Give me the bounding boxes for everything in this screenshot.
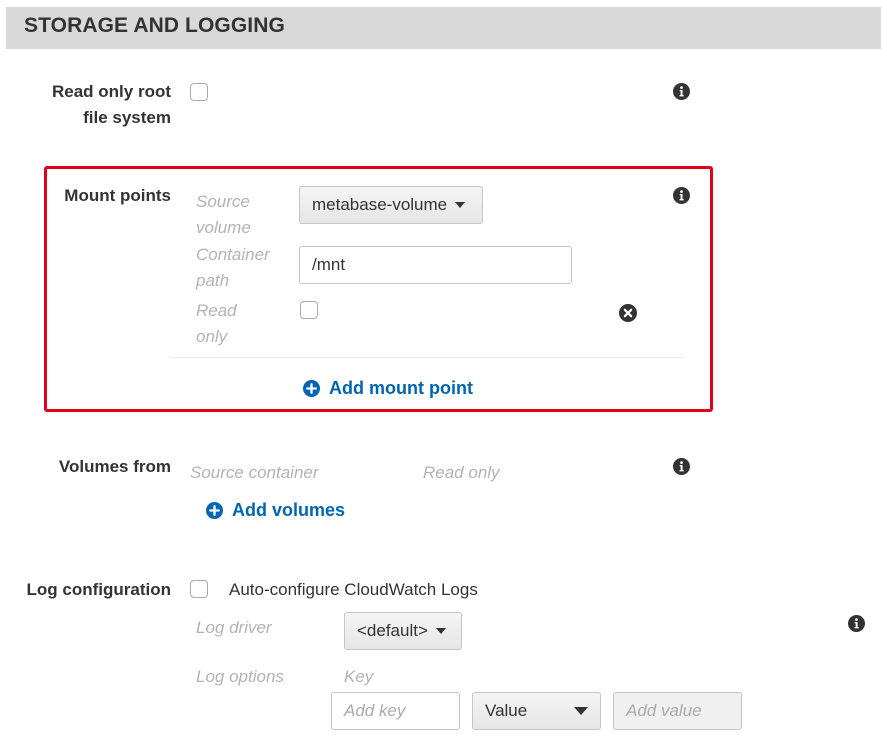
info-icon[interactable]	[673, 187, 690, 204]
log-option-value-input[interactable]: Add value	[613, 692, 742, 730]
read-only-root-checkbox[interactable]	[190, 83, 208, 101]
add-volumes-button[interactable]: Add volumes	[206, 500, 345, 521]
source-volume-label-line1: Source	[196, 192, 250, 211]
log-option-value-placeholder: Add value	[626, 701, 702, 720]
container-path-label-line2: path	[196, 271, 230, 290]
container-path-label-line1: Container	[196, 245, 270, 264]
log-option-key-input[interactable]: Add key	[331, 692, 460, 730]
mount-read-only-checkbox[interactable]	[300, 301, 318, 319]
info-icon[interactable]	[848, 615, 865, 632]
log-configuration-label: Log configuration	[26, 580, 171, 599]
volumes-source-container-header: Source container	[190, 463, 319, 482]
log-driver-value: <default>	[357, 621, 428, 640]
chevron-down-icon	[574, 707, 588, 715]
source-volume-value: metabase-volume	[312, 195, 448, 214]
log-driver-label: Log driver	[196, 618, 272, 637]
log-driver-dropdown[interactable]: <default>	[344, 612, 462, 650]
add-mount-point-label: Add mount point	[329, 378, 473, 398]
plus-circle-icon	[206, 502, 223, 519]
add-mount-point-button[interactable]: Add mount point	[303, 378, 473, 399]
container-path-value: /mnt	[312, 255, 346, 274]
log-option-key-placeholder: Add key	[344, 701, 406, 720]
auto-configure-cloudwatch-label[interactable]: Auto-configure CloudWatch Logs	[229, 577, 478, 603]
mount-points-divider	[170, 357, 684, 358]
mount-points-label: Mount points	[64, 186, 171, 205]
mount-read-only-label-line1: Read	[196, 301, 237, 320]
chevron-down-icon	[435, 628, 446, 634]
remove-mount-point-close-icon[interactable]	[619, 304, 637, 322]
source-volume-label: Source volume	[196, 189, 251, 241]
add-volumes-label: Add volumes	[232, 500, 346, 520]
volumes-read-only-header: Read only	[423, 463, 500, 482]
log-option-value-type: Value	[485, 701, 528, 720]
mount-read-only-label: Read only	[196, 298, 237, 350]
log-option-value-type-dropdown[interactable]: Value	[472, 692, 601, 730]
source-volume-dropdown[interactable]: metabase-volume	[299, 186, 483, 224]
read-only-root-label-line2: file system	[83, 108, 171, 127]
log-options-key-header: Key	[344, 667, 374, 686]
source-volume-label-line2: volume	[196, 218, 251, 237]
plus-circle-icon	[303, 380, 320, 397]
chevron-down-icon	[455, 202, 466, 208]
section-title: STORAGE AND LOGGING	[24, 14, 285, 37]
mount-read-only-label-line2: only	[196, 327, 228, 346]
log-options-label: Log options	[196, 667, 284, 686]
container-path-label: Container path	[196, 242, 270, 294]
read-only-root-label-line1: Read only root	[51, 82, 171, 101]
container-path-input[interactable]: /mnt	[299, 246, 572, 284]
volumes-from-label: Volumes from	[58, 457, 171, 476]
info-icon[interactable]	[673, 458, 690, 475]
read-only-root-label: Read only root file system	[52, 79, 171, 131]
info-icon[interactable]	[673, 83, 690, 100]
auto-configure-cloudwatch-checkbox[interactable]	[190, 580, 208, 598]
